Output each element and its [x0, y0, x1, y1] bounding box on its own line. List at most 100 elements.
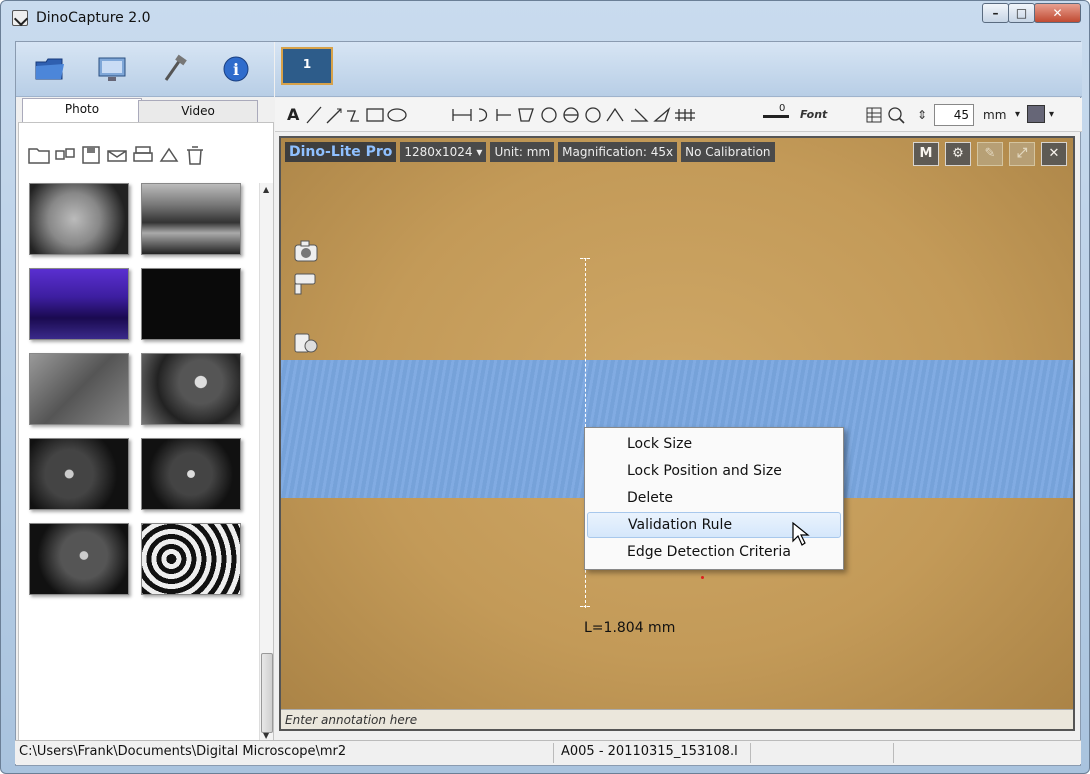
- magnification-indicator: Magnification: 45x: [558, 142, 678, 162]
- menu-item-lock-position-size[interactable]: Lock Position and Size: [587, 458, 841, 484]
- info-icon[interactable]: i: [220, 54, 252, 84]
- line-width-control[interactable]: 0: [761, 103, 791, 125]
- window-title: DinoCapture 2.0: [36, 10, 151, 26]
- distance-tool-icon[interactable]: [452, 109, 472, 121]
- perpendicular-tool-icon[interactable]: [496, 109, 511, 121]
- viewer-controls: M ⚙ ✎ ⤢ ✕: [907, 142, 1067, 166]
- resolution-dropdown[interactable]: 1280x1024 ▾: [400, 142, 487, 162]
- layout-toolbar: 1: [275, 42, 1082, 97]
- compare-icon[interactable]: [53, 143, 77, 167]
- single-view-label: 1: [302, 57, 312, 71]
- thumbnail[interactable]: [29, 353, 129, 425]
- unit-dropdown[interactable]: mm: [983, 105, 1006, 125]
- grid-tool-icon[interactable]: [675, 109, 695, 121]
- measurement-start-cap: [580, 258, 590, 259]
- video-record-icon[interactable]: [293, 270, 321, 296]
- line-tool-icon[interactable]: [306, 106, 322, 124]
- status-filename: A005 - 20110315_153108.l: [561, 744, 738, 759]
- cursor-dot: [701, 576, 704, 579]
- thumbnail[interactable]: [141, 353, 241, 425]
- status-bar: C:\Users\Frank\Documents\Digital Microsc…: [15, 740, 1081, 764]
- mouse-pointer-icon: [792, 521, 810, 546]
- arrow-tool-icon[interactable]: [326, 108, 342, 124]
- multi-angle-icon[interactable]: [653, 106, 671, 122]
- arc-tool-icon[interactable]: [606, 107, 624, 122]
- status-divider: [553, 743, 554, 763]
- close-button[interactable]: ✕: [1034, 3, 1081, 23]
- export-icon[interactable]: [157, 143, 181, 167]
- minimize-icon: –: [992, 6, 999, 20]
- photo-panel: ▲ ▼: [18, 122, 274, 750]
- diameter-tool-icon[interactable]: [563, 107, 579, 123]
- line-width-icon: [763, 115, 789, 118]
- table-icon[interactable]: [866, 107, 882, 123]
- view-tools: [866, 107, 905, 124]
- polygon-tool-icon[interactable]: [518, 108, 534, 122]
- folder-icon[interactable]: [34, 54, 66, 84]
- color-picker-icon[interactable]: [1027, 105, 1045, 123]
- thumbnail[interactable]: [141, 438, 241, 510]
- thumbnail-grid: [29, 183, 249, 603]
- email-icon[interactable]: [105, 143, 129, 167]
- print-icon[interactable]: [131, 143, 155, 167]
- thumbnail-scrollbar[interactable]: ▲ ▼: [259, 183, 273, 745]
- app-icon[interactable]: [12, 10, 28, 26]
- wrench-icon[interactable]: ✎: [977, 142, 1003, 166]
- close-viewer-icon[interactable]: ✕: [1041, 142, 1067, 166]
- text-tool-icon[interactable]: A: [287, 105, 299, 125]
- monitor-icon[interactable]: [96, 54, 128, 84]
- status-path: C:\Users\Frank\Documents\Digital Microsc…: [19, 744, 347, 759]
- font-button[interactable]: Font: [800, 105, 827, 125]
- maximize-icon: □: [1015, 6, 1028, 20]
- polyline-tool-icon[interactable]: [347, 110, 359, 122]
- main-toolbar: i: [16, 42, 274, 97]
- chevron-down-icon[interactable]: ▾: [1015, 105, 1020, 125]
- thumbnail[interactable]: [141, 268, 241, 340]
- measurement-label[interactable]: L=1.804 mm: [584, 620, 675, 636]
- thumbnail[interactable]: [29, 438, 129, 510]
- trash-icon[interactable]: [183, 143, 207, 167]
- open-folder-icon[interactable]: [27, 143, 51, 167]
- thumbnail[interactable]: [29, 268, 129, 340]
- resolution-value: 1280x1024: [404, 145, 473, 159]
- fullscreen-icon[interactable]: ⤢: [1009, 142, 1035, 166]
- thumbnail[interactable]: [141, 523, 241, 595]
- save-icon[interactable]: [79, 143, 103, 167]
- thumbnail[interactable]: [29, 523, 129, 595]
- ellipse-tool-icon[interactable]: [387, 108, 407, 122]
- tab-video[interactable]: Video: [138, 100, 258, 122]
- led-settings-icon[interactable]: ⚙: [945, 142, 971, 166]
- circle-tool-icon[interactable]: [541, 107, 557, 123]
- status-divider: [750, 743, 751, 763]
- maximize-button[interactable]: □: [1008, 3, 1035, 23]
- angle-tool-icon[interactable]: [631, 108, 649, 122]
- minimize-button[interactable]: –: [982, 3, 1009, 23]
- client-area: i Photo Video ▲ ▼ 1 A 0 Font ⇕ 45 mm ▾ ▾…: [15, 41, 1082, 766]
- curve-tool-icon[interactable]: [478, 108, 488, 122]
- tab-photo[interactable]: Photo: [22, 98, 142, 122]
- timelapse-icon[interactable]: [293, 330, 321, 356]
- thumbnail[interactable]: [29, 183, 129, 255]
- viewer-info-bar: Dino-Lite Pro 1280x1024 ▾ Unit: mm Magni…: [285, 142, 779, 162]
- scroll-up-icon[interactable]: ▲: [263, 185, 269, 194]
- rectangle-tool-icon[interactable]: [366, 108, 384, 122]
- three-point-circle-icon[interactable]: [585, 107, 601, 123]
- single-view-button[interactable]: 1: [281, 47, 333, 85]
- tools-icon[interactable]: [158, 54, 190, 84]
- thumbnail[interactable]: [141, 183, 241, 255]
- scroll-thumb[interactable]: [261, 653, 273, 733]
- title-bar[interactable]: DinoCapture 2.0 – □ ✕: [1, 1, 1089, 37]
- zoom-icon[interactable]: [888, 107, 905, 124]
- zoom-input[interactable]: 45: [934, 104, 974, 126]
- status-divider: [893, 743, 894, 763]
- color-dropdown-icon[interactable]: ▾: [1049, 105, 1054, 125]
- unit-indicator: Unit: mm: [490, 142, 555, 162]
- measure-mode-icon[interactable]: M: [913, 142, 939, 166]
- resolution-chevron-icon: ▾: [476, 145, 483, 159]
- menu-item-lock-size[interactable]: Lock Size: [587, 431, 841, 457]
- spin-arrows-icon[interactable]: ⇕: [917, 105, 927, 125]
- menu-item-delete[interactable]: Delete: [587, 485, 841, 511]
- camera-icon[interactable]: [293, 238, 321, 264]
- scroll-down-icon[interactable]: ▼: [263, 731, 269, 740]
- annotation-input[interactable]: Enter annotation here: [281, 709, 1073, 729]
